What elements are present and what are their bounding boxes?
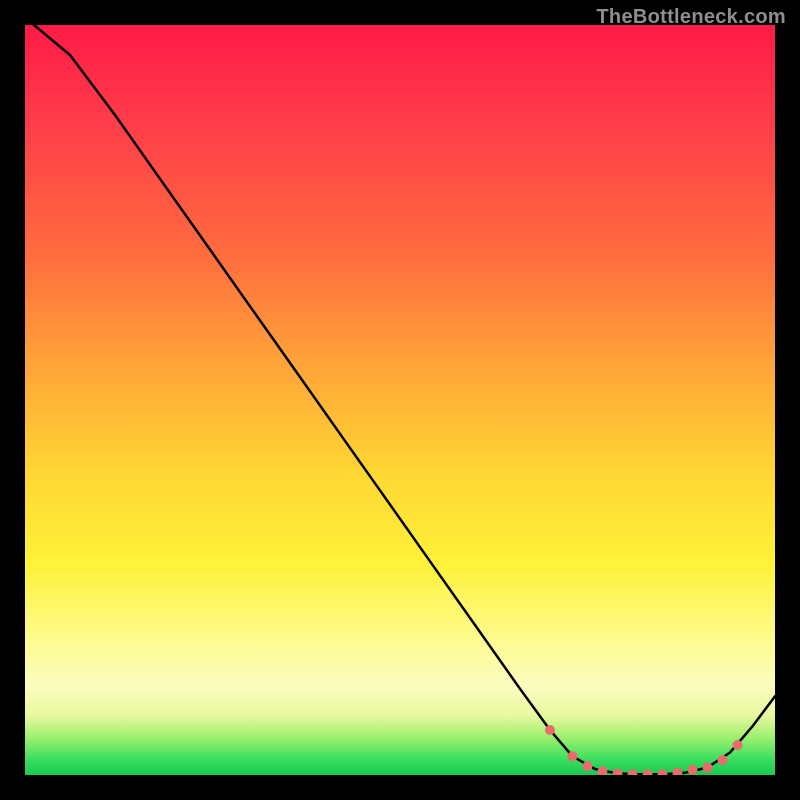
curve-marker (628, 769, 638, 775)
curve-markers (545, 725, 743, 775)
curve-svg (25, 25, 775, 775)
curve-marker (658, 769, 668, 775)
curve-marker (703, 763, 713, 773)
curve-marker (733, 740, 743, 750)
curve-marker (568, 751, 578, 761)
curve-marker (718, 755, 728, 765)
curve-marker (643, 769, 653, 775)
curve-marker (673, 768, 683, 775)
watermark-text: TheBottleneck.com (596, 6, 786, 29)
bottleneck-curve (25, 25, 775, 774)
chart-frame: TheBottleneck.com (0, 0, 800, 800)
curve-marker (688, 765, 698, 775)
curve-marker (583, 761, 593, 771)
curve-marker (598, 766, 608, 775)
plot-area (25, 25, 775, 775)
curve-marker (613, 769, 623, 776)
curve-marker (545, 725, 555, 735)
